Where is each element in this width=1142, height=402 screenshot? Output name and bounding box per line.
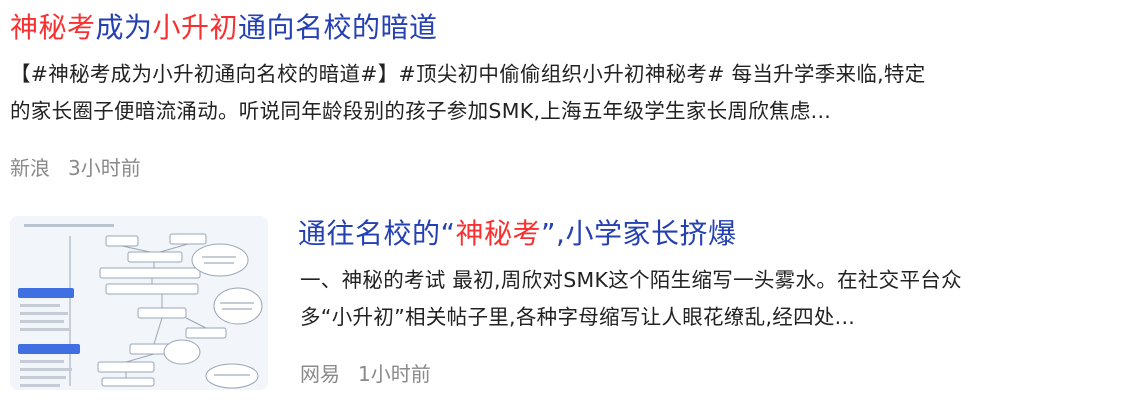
result-2-title-highlight[interactable]: 神秘考 — [456, 217, 542, 250]
search-result-2: 通往名校的“神秘考”,小学家长挤爆 一、神秘的考试 最初,周欣对SMK这个陌生缩… — [0, 200, 1142, 402]
result-1-snippet-line-1: 【#神秘考成为小升初通向名校的暗道#】#顶尖初中偷偷组织小升初神秘考# 每当升学… — [10, 62, 926, 86]
result-1-title-highlight-1[interactable]: 神秘考 — [10, 11, 96, 44]
result-1-title-text-2[interactable]: 通向名校的暗道 — [238, 11, 438, 44]
result-1-title-link[interactable]: 神秘考成为小升初通向名校的暗道 — [10, 8, 438, 48]
result-2-snippet-line-1: 一、神秘的考试 最初,周欣对SMK这个陌生缩写一头雾水。在社交平台众 — [300, 268, 962, 292]
result-1-title-text-1[interactable]: 成为 — [96, 11, 153, 44]
result-2-snippet: 一、神秘的考试 最初,周欣对SMK这个陌生缩写一头雾水。在社交平台众 多“小升初… — [300, 262, 1135, 336]
result-1-snippet-line-2: 的家长圈子便暗流涌动。听说同年龄段别的孩子参加SMK,上海五年级学生家长周欣焦虑… — [10, 99, 832, 123]
result-1-title-highlight-2[interactable]: 小升初 — [153, 11, 239, 44]
result-2-meta: 网易 1小时前 — [300, 360, 431, 388]
result-2-thumbnail[interactable] — [10, 216, 268, 390]
search-result-1: 神秘考成为小升初通向名校的暗道 【#神秘考成为小升初通向名校的暗道#】#顶尖初中… — [0, 0, 1142, 200]
flowchart-thumbnail-image — [10, 216, 268, 390]
result-2-title-link[interactable]: 通往名校的“神秘考”,小学家长挤爆 — [298, 214, 736, 254]
result-2-title-text-1[interactable]: 通往名校的“ — [298, 217, 456, 250]
result-2-time: 1小时前 — [358, 362, 431, 386]
result-2-snippet-line-2: 多“小升初”相关帖子里,各种字母缩写让人眼花缭乱,经四处... — [300, 305, 856, 329]
result-1-time: 3小时前 — [68, 156, 141, 180]
result-2-title-text-2[interactable]: ”,小学家长挤爆 — [541, 217, 736, 250]
result-1-meta: 新浪 3小时前 — [10, 154, 141, 182]
result-1-snippet: 【#神秘考成为小升初通向名校的暗道#】#顶尖初中偷偷组织小升初神秘考# 每当升学… — [10, 56, 1135, 130]
result-1-source[interactable]: 新浪 — [10, 156, 50, 180]
result-2-source[interactable]: 网易 — [300, 362, 340, 386]
